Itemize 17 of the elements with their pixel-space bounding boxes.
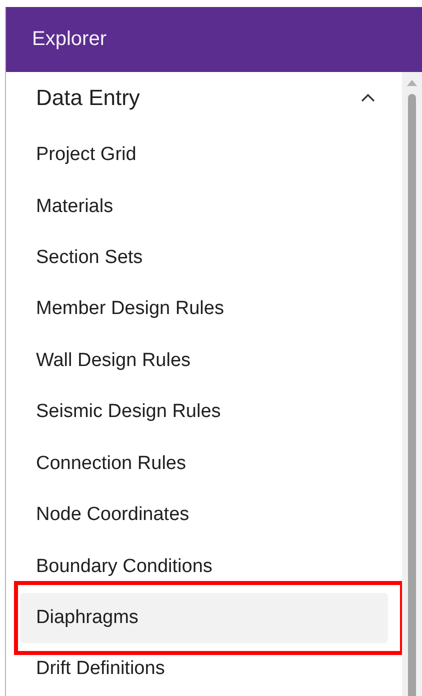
explorer-item[interactable]: Materials <box>20 182 388 232</box>
explorer-item[interactable]: Project Grid <box>20 130 388 180</box>
explorer-item[interactable]: Seismic Design Rules <box>20 387 388 438</box>
panel-title: Explorer <box>32 28 106 51</box>
scroll-thumb[interactable] <box>408 94 416 696</box>
explorer-item[interactable]: Node Coordinates <box>20 490 388 540</box>
explorer-item[interactable]: Member Design Rules <box>20 284 388 334</box>
explorer-item[interactable]: Wall Design Rules <box>20 336 388 386</box>
scroll-up-icon <box>407 80 417 86</box>
explorer-item[interactable]: Diaphragms <box>20 593 388 644</box>
section-header[interactable]: Data Entry <box>20 80 390 116</box>
scrollbar[interactable] <box>402 72 422 696</box>
explorer-item[interactable]: Drift Definitions <box>20 644 388 694</box>
explorer-item[interactable]: Section Sets <box>20 232 388 283</box>
explorer-item[interactable]: Boundary Conditions <box>20 542 388 592</box>
explorer-item[interactable]: Connection Rules <box>20 438 388 489</box>
chevron-icon <box>360 93 376 104</box>
